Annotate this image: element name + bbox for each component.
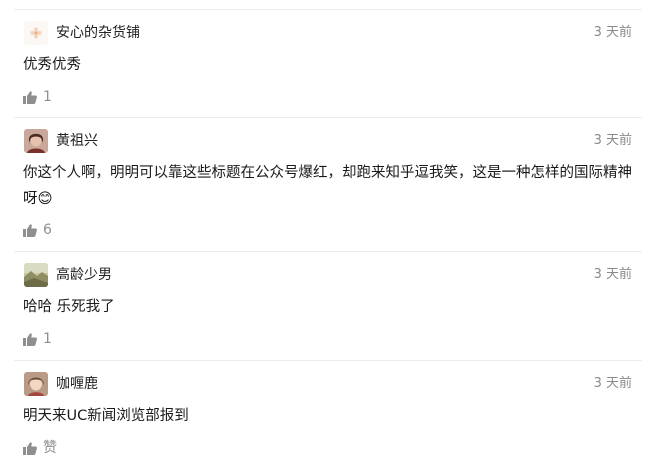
comment-text: 你这个人啊，明明可以靠这些标题在公众号爆红，却跑来知乎逗我笑，这是一种怎样的国际… — [23, 165, 632, 207]
thumbs-up-icon — [23, 223, 37, 237]
thumbs-up-icon — [23, 90, 37, 104]
thumbs-up-icon — [23, 332, 37, 346]
timestamp: 3 天前 — [593, 133, 632, 148]
girl-avatar-icon[interactable] — [24, 372, 48, 396]
divider — [14, 9, 642, 10]
username[interactable]: 安心的杂货铺 — [56, 23, 140, 43]
comment-text: 哈哈 乐死我了 — [23, 299, 115, 315]
like-button[interactable]: 1 — [23, 330, 52, 348]
divider — [14, 360, 642, 361]
like-button[interactable]: 6 — [23, 221, 52, 239]
divider — [14, 251, 642, 252]
like-count: 赞 — [43, 440, 57, 456]
divider — [14, 117, 642, 118]
comment-text: 明天来UC新闻浏览部报到 — [23, 408, 189, 424]
flower-avatar-icon[interactable] — [24, 21, 48, 45]
like-count: 1 — [43, 89, 52, 105]
comment-text: 优秀优秀 — [23, 57, 81, 73]
portrait-avatar-icon[interactable] — [24, 129, 48, 153]
thumbs-up-icon — [23, 441, 37, 455]
landscape-avatar-icon[interactable] — [24, 263, 48, 287]
timestamp: 3 天前 — [593, 25, 632, 40]
like-button[interactable]: 1 — [23, 88, 52, 106]
username[interactable]: 咖喱鹿 — [56, 374, 98, 394]
timestamp: 3 天前 — [593, 267, 632, 282]
comment-list: 安心的杂货铺 3 天前 优秀优秀 1 黄祖兴 3 天前 你这个人啊，明明可以靠这… — [0, 0, 656, 465]
like-button[interactable]: 赞 — [23, 439, 57, 457]
timestamp: 3 天前 — [593, 376, 632, 391]
like-count: 6 — [43, 222, 52, 238]
username[interactable]: 黄祖兴 — [56, 131, 98, 151]
username[interactable]: 高龄少男 — [56, 265, 112, 285]
like-count: 1 — [43, 331, 52, 347]
